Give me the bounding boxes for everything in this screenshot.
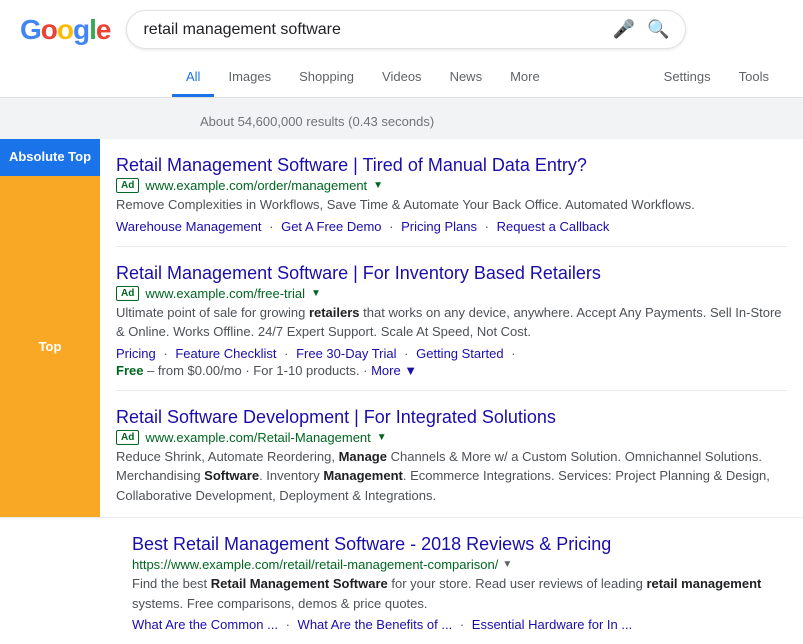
nav-item-images[interactable]: Images — [214, 59, 285, 97]
sitelink-demo[interactable]: Get A Free Demo — [281, 219, 381, 234]
ad-3-url: www.example.com/Retail-Management — [145, 430, 370, 445]
nav-item-more[interactable]: More — [496, 59, 554, 97]
sitelink-callback[interactable]: Request a Callback — [497, 219, 610, 234]
sitelink-what-common[interactable]: What Are the Common ... — [132, 617, 278, 632]
organic-results: Best Retail Management Software - 2018 R… — [116, 518, 787, 644]
main: About 54,600,000 results (0.43 seconds) … — [0, 98, 803, 644]
ad-1-url: www.example.com/order/management — [145, 178, 367, 193]
ad-1-title[interactable]: Retail Management Software | Tired of Ma… — [116, 155, 587, 175]
ad-3-arrow[interactable]: ▼ — [377, 432, 387, 443]
organic-1-arrow[interactable]: ▼ — [502, 559, 512, 570]
ad-2-free-row: Free – from $0.00/mo · For 1-10 products… — [116, 363, 787, 378]
ad-1-arrow[interactable]: ▼ — [373, 180, 383, 191]
nav-item-all[interactable]: All — [172, 59, 214, 97]
sitelink-essential-hardware[interactable]: Essential Hardware for In ... — [472, 617, 632, 632]
organic-spacer — [16, 518, 116, 644]
sitelink-feature-checklist[interactable]: Feature Checklist — [175, 346, 276, 361]
nav-left: All Images Shopping Videos News More — [172, 59, 554, 97]
nav-item-news[interactable]: News — [436, 59, 497, 97]
nav-item-tools[interactable]: Tools — [725, 59, 783, 97]
top-label: Top — [0, 176, 100, 517]
ad-badge-3: Ad — [116, 430, 139, 445]
ad-3-url-row: Ad www.example.com/Retail-Management ▼ — [116, 430, 787, 445]
header: Google 🎤 🔍 All Images Shopping Videos Ne… — [0, 0, 803, 98]
free-label: Free — [116, 363, 143, 378]
nav-item-videos[interactable]: Videos — [368, 59, 436, 97]
ad-3-desc: Reduce Shrink, Automate Reordering, Mana… — [116, 447, 787, 506]
nav-right: Settings Tools — [650, 59, 783, 97]
ad-result-3: Retail Software Development | For Integr… — [116, 391, 787, 518]
ad-1-url-row: Ad www.example.com/order/management ▼ — [116, 178, 787, 193]
organic-1-title[interactable]: Best Retail Management Software - 2018 R… — [132, 534, 611, 554]
nav-item-shopping[interactable]: Shopping — [285, 59, 368, 97]
sitelink-getting-started[interactable]: Getting Started — [416, 346, 503, 361]
results-wrapper: Absolute Top Top Retail Management Softw… — [0, 139, 803, 517]
organic-result-1: Best Retail Management Software - 2018 R… — [132, 518, 771, 644]
ad-result-1: Retail Management Software | Tired of Ma… — [116, 139, 787, 247]
organic-1-desc: Find the best Retail Management Software… — [132, 574, 771, 613]
ad-2-desc: Ultimate point of sale for growing retai… — [116, 303, 787, 342]
ad-2-title[interactable]: Retail Management Software | For Invento… — [116, 263, 601, 283]
organic-1-sitelinks: What Are the Common ... · What Are the B… — [132, 617, 771, 632]
sitelink-what-benefits[interactable]: What Are the Benefits of ... — [298, 617, 453, 632]
ad-badge-1: Ad — [116, 178, 139, 193]
results-count: About 54,600,000 results (0.43 seconds) — [0, 108, 803, 139]
sitelink-free-trial[interactable]: Free 30-Day Trial — [296, 346, 396, 361]
sitelink-pricing[interactable]: Pricing Plans — [401, 219, 477, 234]
search-input[interactable] — [143, 21, 604, 39]
ad-badge-2: Ad — [116, 286, 139, 301]
nav-bar: All Images Shopping Videos News More Set… — [20, 59, 783, 97]
ad-2-url-row: Ad www.example.com/free-trial ▼ — [116, 286, 787, 301]
search-icons: 🎤 🔍 — [613, 19, 670, 40]
results-column: Retail Management Software | Tired of Ma… — [100, 139, 803, 517]
ad-1-sitelinks: Warehouse Management · Get A Free Demo ·… — [116, 219, 787, 234]
ad-result-2: Retail Management Software | For Invento… — [116, 247, 787, 391]
ad-2-sitelinks: Pricing · Feature Checklist · Free 30-Da… — [116, 346, 787, 361]
ad-2-url: www.example.com/free-trial — [145, 286, 305, 301]
ad-2-arrow[interactable]: ▼ — [311, 288, 321, 299]
absolute-top-label: Absolute Top — [0, 139, 100, 176]
nav-item-settings[interactable]: Settings — [650, 59, 725, 97]
organic-1-url-row: https://www.example.com/retail/retail-ma… — [132, 557, 771, 572]
ad-1-desc: Remove Complexities in Workflows, Save T… — [116, 195, 787, 215]
sitelink-ad2-pricing[interactable]: Pricing — [116, 346, 156, 361]
more-link[interactable]: More ▼ — [371, 363, 417, 378]
organic-1-url: https://www.example.com/retail/retail-ma… — [132, 557, 498, 572]
sitelink-warehouse[interactable]: Warehouse Management — [116, 219, 262, 234]
search-icon[interactable]: 🔍 — [647, 19, 669, 40]
organic-wrapper: Best Retail Management Software - 2018 R… — [0, 517, 803, 644]
google-logo[interactable]: Google — [20, 14, 110, 46]
label-column: Absolute Top Top — [0, 139, 100, 517]
ad-3-title[interactable]: Retail Software Development | For Integr… — [116, 407, 556, 427]
header-top: Google 🎤 🔍 — [20, 10, 783, 59]
search-box[interactable]: 🎤 🔍 — [126, 10, 686, 49]
microphone-icon[interactable]: 🎤 — [613, 19, 635, 40]
